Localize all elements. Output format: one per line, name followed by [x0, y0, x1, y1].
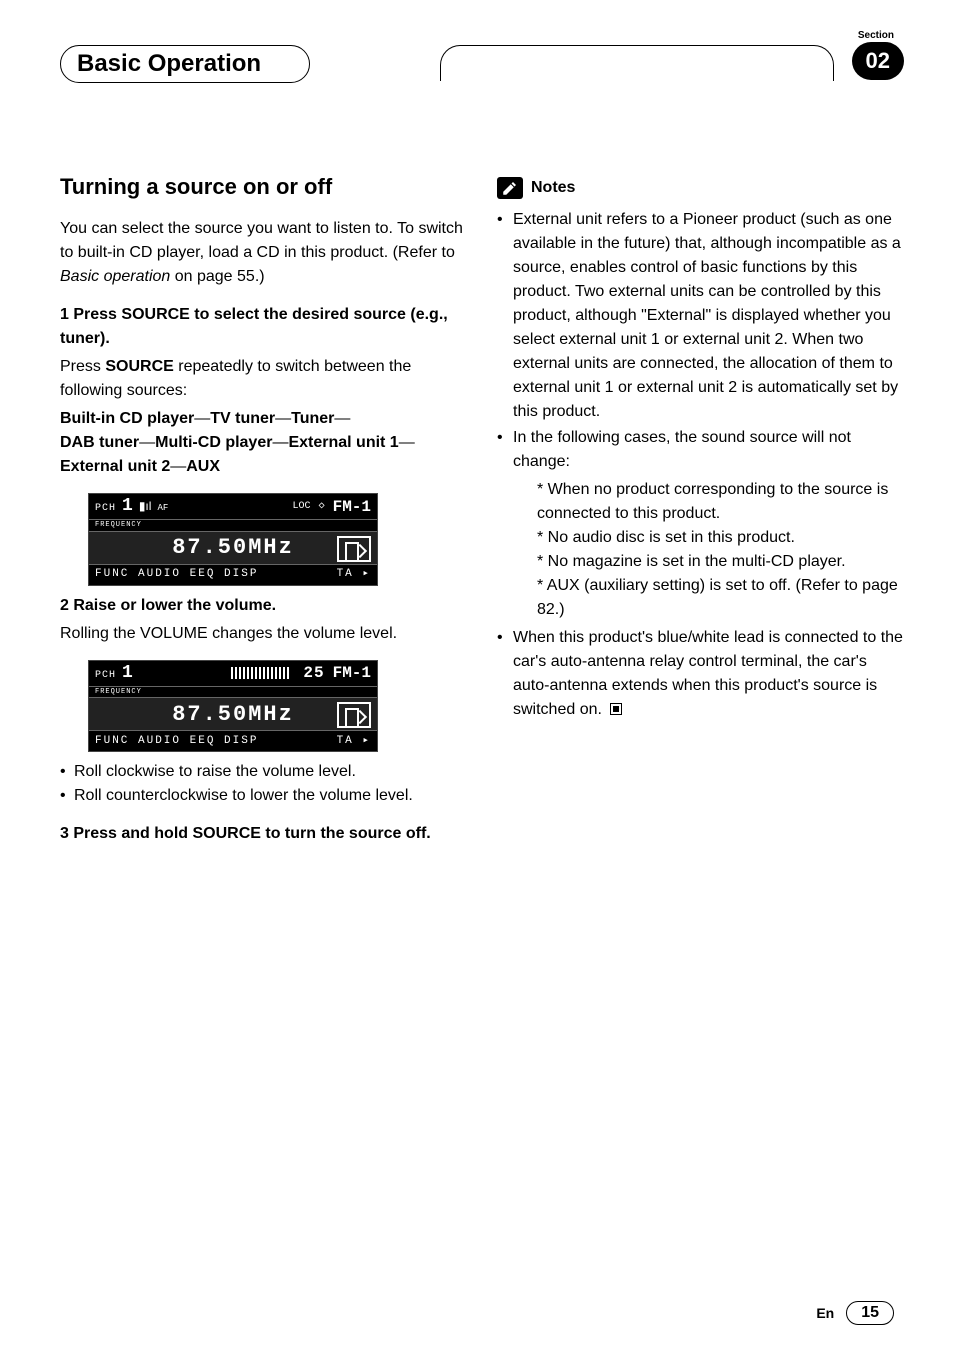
- display-image-2: PCH 1 25 FM-1 FREQUENCY 87.50MHz FUNC AU…: [88, 660, 378, 753]
- page-header: Section Basic Operation 02: [60, 30, 904, 90]
- page-number: 15: [846, 1301, 894, 1325]
- right-column: Notes External unit refers to a Pioneer …: [497, 170, 904, 860]
- header-curve: [440, 45, 834, 81]
- section-label: Section: [858, 30, 894, 41]
- display-image-1: PCH 1 ▮ıl AF LOC ◇ FM-1 FREQUENCY 87.50M…: [88, 493, 378, 586]
- section-tab: Basic Operation: [60, 45, 310, 83]
- step-1: 1 Press SOURCE to select the desired sou…: [60, 303, 467, 351]
- folder-icon: [337, 536, 371, 562]
- heading-turning-source: Turning a source on or off: [60, 170, 467, 203]
- step-1-body: Press SOURCE repeatedly to switch betwee…: [60, 355, 467, 403]
- step-2: 2 Raise or lower the volume.: [60, 594, 467, 618]
- note-2: In the following cases, the sound source…: [497, 426, 904, 622]
- note-3: When this product's blue/white lead is c…: [497, 626, 904, 722]
- notes-list: External unit refers to a Pioneer produc…: [497, 208, 904, 722]
- roll-ccw: Roll counterclockwise to lower the volum…: [60, 784, 467, 808]
- step-2-body: Rolling the VOLUME changes the volume le…: [60, 622, 467, 646]
- step-3: 3 Press and hold SOURCE to turn the sour…: [60, 822, 467, 846]
- folder-icon: [337, 702, 371, 728]
- intro-paragraph: You can select the source you want to li…: [60, 217, 467, 289]
- note-1: External unit refers to a Pioneer produc…: [497, 208, 904, 424]
- pencil-icon: [497, 177, 523, 199]
- roll-cw: Roll clockwise to raise the volume level…: [60, 760, 467, 784]
- source-chain: Built-in CD player—TV tuner—Tuner— DAB t…: [60, 407, 467, 479]
- roll-instructions: Roll clockwise to raise the volume level…: [60, 760, 467, 808]
- section-title: Basic Operation: [77, 50, 261, 77]
- end-of-section-icon: [610, 703, 622, 715]
- antenna-icon: ▮ıl: [139, 497, 152, 515]
- left-column: Turning a source on or off You can selec…: [60, 170, 467, 860]
- page-footer: En 15: [816, 1301, 894, 1325]
- notes-header: Notes: [497, 176, 904, 200]
- language-label: En: [816, 1305, 834, 1321]
- section-number-badge: 02: [852, 42, 904, 80]
- volume-bars-icon: [231, 667, 291, 679]
